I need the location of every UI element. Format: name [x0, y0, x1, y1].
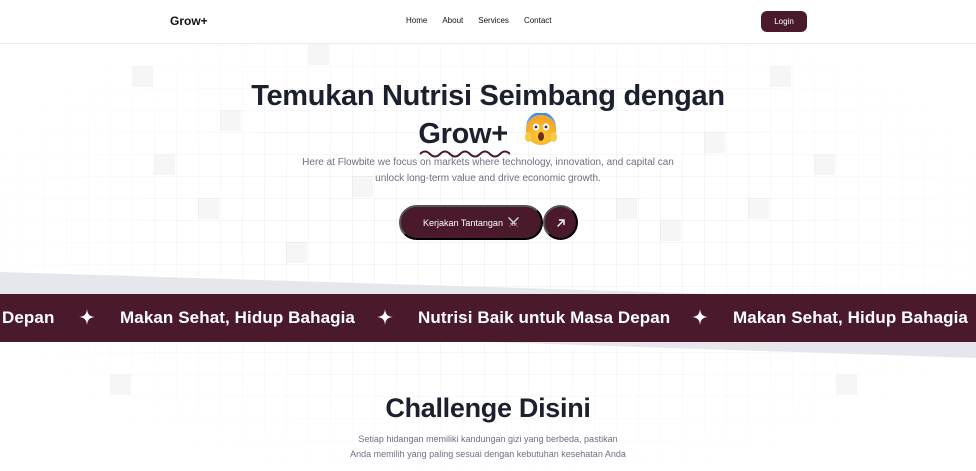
hero-subtitle: Here at Flowbite we focus on markets whe…	[0, 155, 976, 187]
marquee-item: Depan	[2, 308, 55, 327]
top-navbar: Grow+ Home About Services Contact Login	[0, 0, 976, 44]
hero-title-line2: Grow+	[0, 113, 976, 158]
login-button[interactable]: Login	[761, 11, 807, 32]
hero-brand-word: Grow+	[418, 118, 511, 158]
challenge-subtitle: Setiap hidangan memiliki kandungan gizi …	[0, 432, 976, 462]
challenge-subtitle-line1: Setiap hidangan memiliki kandungan gizi …	[358, 434, 618, 444]
nav-link-home[interactable]: Home	[406, 16, 427, 25]
marquee-banner: Depan Makan Sehat, Hidup Bahagia Nutrisi…	[0, 294, 976, 342]
nav-link-services[interactable]: Services	[478, 16, 509, 25]
hero-subtitle-line2: unlock long-term value and drive economi…	[375, 173, 601, 184]
face-screaming-in-fear-icon	[524, 113, 557, 145]
marquee-item: Makan Sehat, Hidup Bahagia	[120, 308, 355, 327]
marquee-item: Makan Sehat, Hidup Bahagia	[733, 308, 968, 327]
challenge-subtitle-line2: Anda memilih yang paling sesuai dengan k…	[350, 449, 626, 459]
brand-logo[interactable]: Grow+	[170, 14, 208, 28]
hero-subtitle-line1: Here at Flowbite we focus on markets whe…	[302, 157, 674, 168]
sparkle-star-icon	[692, 309, 708, 325]
crossed-swords-icon	[508, 217, 519, 227]
arrow-up-right-button[interactable]	[543, 205, 578, 240]
hero-brand-text: Grow+	[418, 118, 508, 150]
kerjakan-tantangan-button[interactable]: Kerjakan Tantangan	[399, 205, 543, 240]
marquee-item: Nutrisi Baik untuk Masa Depan	[418, 308, 671, 327]
main-nav: Home About Services Contact	[406, 16, 567, 25]
nav-link-contact[interactable]: Contact	[524, 16, 552, 25]
challenge-title: Challenge Disini	[385, 393, 591, 423]
cta-label: Kerjakan Tantangan	[423, 217, 503, 228]
sparkle-star-icon	[377, 309, 393, 325]
hero-title-line1: Temukan Nutrisi Seimbang dengan	[251, 80, 725, 112]
arrow-up-right-icon	[556, 218, 565, 227]
sparkle-star-icon	[79, 309, 95, 325]
nav-link-about[interactable]: About	[442, 16, 463, 25]
